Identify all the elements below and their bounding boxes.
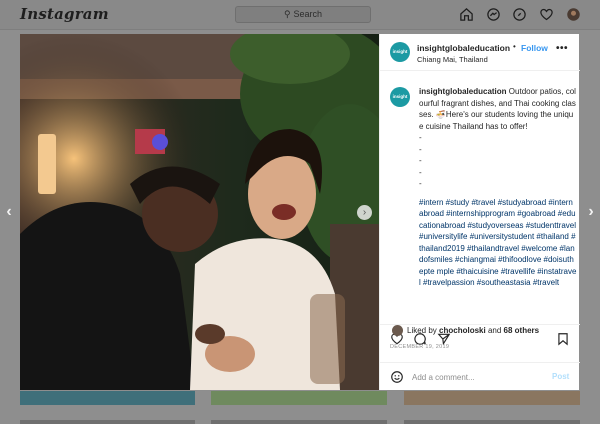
caption-hashtags[interactable]: #intern #study #travel #studyabroad #int… (419, 197, 577, 289)
search-icon: ⚲ (283, 9, 291, 19)
caption-dash: - (419, 144, 422, 154)
likes-summary: Liked by chocholoski and 68 others (407, 326, 539, 335)
post-detail-panel: insight insightglobaleducation • Follow … (379, 34, 580, 390)
grid-tile (20, 391, 195, 405)
author-username[interactable]: insightglobaleducation (417, 43, 510, 53)
grid-tile (404, 420, 580, 424)
home-icon[interactable] (459, 7, 474, 22)
likes-others-link[interactable]: 68 others (504, 326, 540, 335)
author-avatar[interactable]: insight (390, 42, 410, 62)
caption-dash: - (419, 167, 422, 177)
grid-tile (404, 391, 580, 405)
liker-username[interactable]: chocholoski (439, 326, 486, 335)
caption-username[interactable]: insightglobaleducation (419, 87, 507, 96)
caption-area: insight insightglobaleducation Outdoor p… (380, 72, 580, 324)
comment-input[interactable] (412, 370, 542, 384)
grid-tile (211, 391, 387, 405)
messenger-icon[interactable] (486, 7, 501, 22)
post-photo-illustration (20, 34, 379, 390)
caption-dash: - (419, 179, 422, 188)
caption-dash: - (419, 156, 422, 165)
explore-icon[interactable] (512, 7, 527, 22)
emoji-smile-icon[interactable] (390, 370, 404, 384)
more-options-button[interactable]: ••• (556, 43, 568, 54)
post-photo[interactable] (20, 34, 379, 390)
follow-button[interactable]: Follow (521, 43, 548, 53)
search-placeholder: Search (293, 9, 323, 19)
header-separator: • (513, 42, 516, 51)
post-comment-button[interactable]: Post (552, 372, 569, 381)
save-bookmark-icon[interactable] (556, 332, 570, 346)
profile-avatar[interactable] (566, 7, 581, 22)
photo-next-button[interactable]: › (357, 205, 372, 220)
post-header: insight insightglobaleducation • Follow … (380, 34, 580, 71)
post-caption: insightglobaleducation Outdoor patios, c… (419, 86, 577, 289)
search-input[interactable]: ⚲ Search (235, 6, 371, 23)
post-date[interactable]: DECEMBER 19, 2019 (390, 344, 449, 350)
grid-tile (20, 420, 195, 424)
instagram-logo[interactable]: Instagram (20, 5, 109, 23)
caption-avatar[interactable]: insight (390, 87, 410, 107)
grid-tile (211, 420, 387, 424)
heart-icon[interactable] (539, 7, 554, 22)
liker-avatar[interactable] (392, 325, 403, 336)
next-post-arrow[interactable]: › (585, 203, 597, 221)
likes-prefix: Liked by (407, 326, 437, 335)
top-nav: Instagram ⚲ Search (0, 0, 600, 30)
caption-dash: - (419, 133, 422, 142)
comment-bar: Post (380, 362, 580, 390)
previous-post-arrow[interactable]: ‹ (3, 203, 15, 221)
likes-and: and (487, 326, 502, 335)
post-location[interactable]: Chiang Mai, Thailand (417, 55, 488, 64)
